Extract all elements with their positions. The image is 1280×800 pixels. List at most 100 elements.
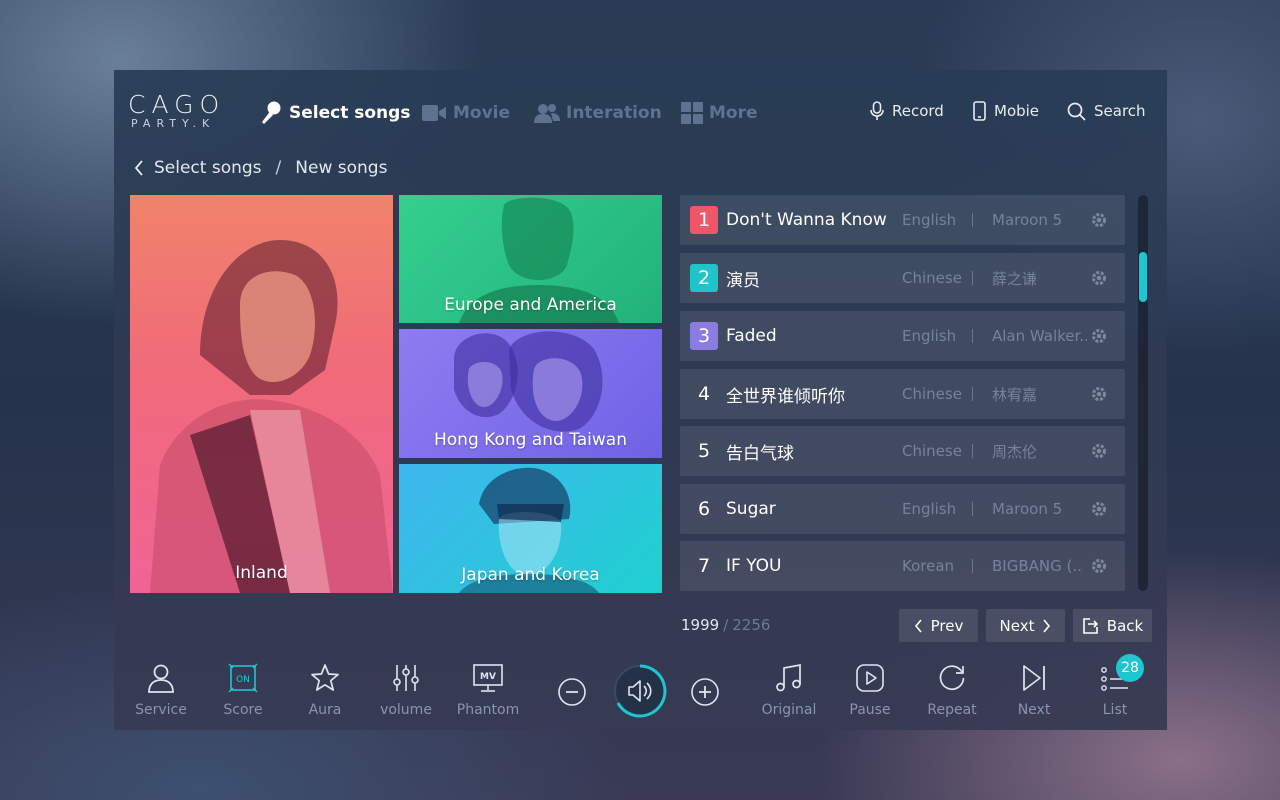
song-row[interactable]: 6 Sugar English Maroon 5: [680, 484, 1125, 534]
volume-dial[interactable]: [612, 663, 668, 719]
song-language: English: [902, 327, 957, 345]
page-current: 1999: [681, 616, 720, 634]
music-note-icon: [776, 663, 801, 692]
category-label: Europe and America: [444, 295, 617, 315]
gear-icon[interactable]: [1090, 211, 1108, 229]
phantom-label: Phantom: [456, 702, 520, 718]
category-europe-america[interactable]: Europe and America: [399, 195, 662, 323]
breadcrumb-separator: /: [275, 158, 282, 178]
nav-select-songs[interactable]: Select songs: [259, 98, 410, 128]
song-title: 演员: [726, 270, 760, 291]
category-inland[interactable]: Inland: [130, 195, 393, 593]
song-title: 全世界谁倾听你: [726, 386, 845, 407]
logo-main: CAGO: [128, 90, 226, 119]
song-row[interactable]: 7 IF YOU Korean BIGBANG (..: [680, 541, 1125, 591]
search-button[interactable]: Search: [1067, 100, 1146, 122]
phantom-badge: MV: [480, 672, 496, 682]
scrollbar[interactable]: [1138, 195, 1148, 591]
breadcrumb-current: New songs: [295, 158, 388, 178]
pause-label: Pause: [849, 702, 891, 718]
sliders-icon: [393, 665, 419, 691]
mobile-phone-icon: [973, 101, 986, 121]
breadcrumb: Select songs / New songs: [134, 158, 387, 178]
volume-mixer-button[interactable]: volume: [366, 660, 446, 718]
video-camera-icon: [422, 105, 446, 121]
breadcrumb-parent[interactable]: Select songs: [154, 158, 262, 178]
users-icon: [534, 104, 560, 123]
record-label: Record: [892, 102, 944, 120]
list-label: List: [1102, 702, 1128, 718]
microphone-outline-icon: [870, 101, 884, 120]
mv-monitor-icon: MV: [473, 664, 503, 692]
song-rank: 3: [690, 322, 718, 350]
song-rank: 6: [697, 498, 711, 520]
phantom-button[interactable]: MV Phantom: [448, 660, 528, 718]
song-language: Korean: [902, 557, 955, 575]
divider: [972, 559, 973, 573]
gear-icon[interactable]: [1090, 327, 1108, 345]
list-count-badge: 28: [1116, 654, 1144, 682]
song-row[interactable]: 4 全世界谁倾听你 Chinese 林宥嘉: [680, 369, 1125, 419]
scrollbar-thumb[interactable]: [1139, 252, 1147, 302]
song-rank: 1: [690, 206, 718, 234]
score-on-icon: ON: [228, 663, 258, 693]
back-button[interactable]: Back: [1073, 609, 1152, 642]
volume-label: volume: [380, 702, 432, 718]
song-title: 告白气球: [726, 443, 794, 464]
logo-sub: PARTY.K: [131, 117, 216, 130]
search-icon: [1067, 102, 1086, 121]
song-artist: Maroon 5: [992, 500, 1063, 518]
record-button[interactable]: Record: [870, 100, 944, 122]
score-button[interactable]: ON Score: [203, 660, 283, 718]
repeat-button[interactable]: Repeat: [912, 660, 992, 718]
category-hongkong-taiwan[interactable]: Hong Kong and Taiwan: [399, 329, 662, 458]
song-artist: Maroon 5: [992, 211, 1063, 229]
original-button[interactable]: Original: [749, 660, 829, 718]
song-row[interactable]: 5 告白气球 Chinese 周杰伦: [680, 426, 1125, 476]
nav-more[interactable]: More: [681, 98, 758, 128]
chevron-left-icon[interactable]: [134, 160, 144, 176]
divider: [972, 213, 973, 227]
aura-button[interactable]: Aura: [285, 660, 365, 718]
divider: [972, 502, 973, 516]
song-row[interactable]: 2 演员 Chinese 薛之谦: [680, 253, 1125, 303]
song-artist: Alan Walker..: [992, 327, 1087, 345]
next-page-button[interactable]: Next: [986, 609, 1065, 642]
song-rank: 5: [697, 440, 711, 462]
next-track-button[interactable]: Next: [994, 660, 1074, 718]
song-title: Sugar: [726, 499, 776, 519]
category-japan-korea[interactable]: Japan and Korea: [399, 464, 662, 593]
nav-interation[interactable]: Interation: [534, 98, 662, 128]
song-artist: 林宥嘉: [992, 385, 1038, 404]
song-language: Chinese: [902, 385, 962, 403]
gear-icon[interactable]: [1090, 442, 1108, 460]
divider: [972, 271, 973, 285]
prev-button[interactable]: Prev: [899, 609, 978, 642]
artist-photo: [150, 240, 393, 593]
gear-icon[interactable]: [1090, 269, 1108, 287]
pause-button[interactable]: Pause: [830, 660, 910, 718]
star-icon: [311, 664, 339, 691]
service-button[interactable]: Service: [121, 660, 201, 718]
song-artist: 周杰伦: [992, 442, 1038, 461]
song-language: Chinese: [902, 269, 962, 287]
song-row[interactable]: 1 Don't Wanna Know English Maroon 5: [680, 195, 1125, 245]
microphone-icon: [262, 101, 281, 124]
service-label: Service: [135, 702, 187, 718]
prev-label: Prev: [930, 616, 964, 635]
volume-down-icon[interactable]: [557, 677, 587, 707]
gear-icon[interactable]: [1090, 385, 1108, 403]
back-arrow-icon: [1082, 617, 1098, 634]
song-language: English: [902, 500, 957, 518]
song-row[interactable]: 3 Faded English Alan Walker..: [680, 311, 1125, 361]
nav-movie[interactable]: Movie: [421, 98, 510, 128]
repeat-icon: [939, 665, 965, 690]
nav-label: Movie: [453, 103, 511, 123]
volume-up-icon[interactable]: [690, 677, 720, 707]
page-separator: /: [723, 616, 729, 634]
mobile-button[interactable]: Mobie: [973, 100, 1039, 122]
gear-icon[interactable]: [1090, 500, 1108, 518]
category-label: Japan and Korea: [461, 565, 600, 585]
search-label: Search: [1094, 102, 1146, 120]
gear-icon[interactable]: [1090, 557, 1108, 575]
